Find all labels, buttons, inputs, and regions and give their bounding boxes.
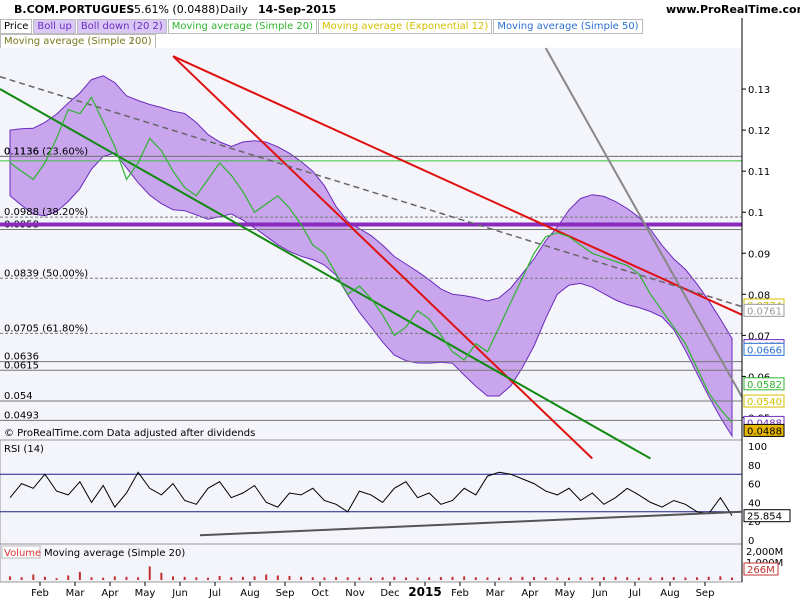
volume-last-value: 266M — [747, 565, 775, 576]
fib-label: 0.1136 — [4, 146, 39, 157]
fib-label: 0.054 — [4, 391, 33, 402]
fib-label: 0.0839 (50.00%) — [4, 268, 88, 279]
x-tick-label: Feb — [31, 588, 49, 599]
x-tick-label: Jul — [628, 588, 641, 599]
x-tick-label: Jul — [208, 588, 221, 599]
rsi-tick-label: 60 — [748, 480, 761, 491]
watermark-text: © ProRealTime.com Data adjusted after di… — [4, 428, 255, 439]
x-tick-label: May — [555, 588, 576, 599]
last-value-label: 0.0666 — [747, 345, 782, 356]
last-value-label: 0.0761 — [747, 306, 782, 317]
rsi-title: RSI (14) — [4, 444, 44, 455]
x-tick-label: Mar — [486, 588, 506, 599]
x-tick-label: Feb — [451, 588, 469, 599]
y-tick-label: 0.12 — [748, 126, 770, 137]
x-tick-label: Mar — [66, 588, 86, 599]
y-tick-label: 0.11 — [748, 167, 770, 178]
rsi-tick-label: 0 — [748, 536, 754, 547]
fib-label: 0.0615 — [4, 360, 39, 371]
fib-label: 0.0493 — [4, 410, 39, 421]
volume-ma-label: Moving average (Simple 20) — [44, 548, 185, 559]
rsi-tick-label: 40 — [748, 498, 761, 509]
fib-label: 0.0988 (38.20%) — [4, 207, 88, 218]
x-tick-label: Sep — [276, 588, 295, 599]
x-tick-label: 2015 — [408, 585, 441, 599]
x-tick-label: Dec — [380, 588, 399, 599]
y-tick-label: 0.13 — [748, 85, 770, 96]
rsi-tick-label: 80 — [748, 461, 761, 472]
volume-title: Volume — [4, 548, 41, 559]
x-tick-label: Sep — [696, 588, 715, 599]
x-tick-label: Jun — [171, 588, 188, 599]
rsi-tick-label: 100 — [748, 442, 767, 453]
last-value-label: 0.0540 — [747, 397, 782, 408]
x-tick-label: Jun — [591, 588, 608, 599]
x-tick-label: Nov — [345, 588, 365, 599]
x-tick-label: Oct — [311, 588, 328, 599]
volume-tick-label: 2,000M — [746, 547, 783, 558]
x-tick-label: May — [135, 588, 156, 599]
x-tick-label: Apr — [521, 588, 539, 599]
last-value-label: 0.0488 — [747, 426, 782, 437]
last-value-label: 0.0582 — [747, 380, 782, 391]
x-tick-label: Aug — [240, 588, 260, 599]
x-tick-label: Aug — [660, 588, 680, 599]
x-tick-label: Apr — [101, 588, 119, 599]
y-tick-label: 0.1 — [748, 208, 764, 219]
y-tick-label: 0.09 — [748, 249, 770, 260]
fib-label: 0.0705 (61.80%) — [4, 323, 88, 334]
chart-canvas: 0.1136 (23.60%)0.11360.0988 (38.20%)0.09… — [0, 18, 800, 599]
rsi-last-value: 25.854 — [747, 512, 782, 523]
